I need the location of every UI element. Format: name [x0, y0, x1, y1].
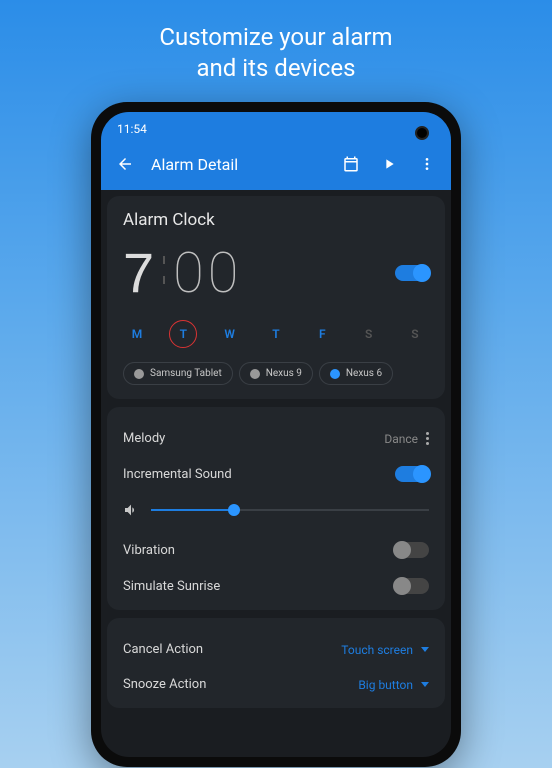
sunrise-label: Simulate Sunrise: [123, 579, 220, 594]
device-name: Nexus 6: [346, 368, 382, 379]
snooze-action-row[interactable]: Snooze Action Big button: [123, 667, 429, 694]
device-name: Nexus 9: [266, 368, 302, 379]
vibration-toggle[interactable]: [395, 542, 429, 558]
snooze-action-value-wrap: Big button: [358, 678, 429, 692]
melody-label: Melody: [123, 431, 165, 446]
device-chip[interactable]: Nexus 9: [239, 362, 313, 385]
day-toggle[interactable]: S: [355, 320, 383, 348]
device-name: Samsung Tablet: [150, 368, 222, 379]
play-button[interactable]: [377, 152, 401, 176]
melody-row[interactable]: Melody Dance: [123, 421, 429, 456]
marketing-line2: and its devices: [0, 53, 552, 84]
cancel-action-row[interactable]: Cancel Action Touch screen: [123, 632, 429, 667]
chevron-down-icon: [421, 682, 429, 687]
alarm-title: Alarm Clock: [123, 210, 429, 230]
actions-card: Cancel Action Touch screen Snooze Action…: [107, 618, 445, 708]
snooze-action-value: Big button: [358, 678, 413, 692]
cancel-action-label: Cancel Action: [123, 642, 203, 657]
time-row: 7 00: [123, 240, 429, 306]
snooze-action-label: Snooze Action: [123, 677, 206, 692]
incremental-label: Incremental Sound: [123, 467, 232, 482]
arrow-left-icon: [116, 155, 134, 173]
day-toggle[interactable]: T: [169, 320, 197, 348]
status-dot-icon: [250, 369, 260, 379]
day-toggle[interactable]: T: [262, 320, 290, 348]
phone-screen: 11:54 Alarm Detail Alarm Clock: [101, 112, 451, 757]
melody-value-wrap: Dance: [384, 432, 429, 446]
status-dot-icon: [330, 369, 340, 379]
content-area: Alarm Clock 7 00 MTWTFSS Samsung TabletN…: [101, 190, 451, 722]
devices-row: Samsung Tablet Nexus 9 Nexus 6: [123, 362, 429, 385]
day-toggle[interactable]: W: [216, 320, 244, 348]
device-chip[interactable]: Nexus 6: [319, 362, 393, 385]
vibration-label: Vibration: [123, 543, 175, 558]
alarm-enable-toggle[interactable]: [395, 265, 429, 281]
volume-row: [123, 492, 429, 532]
status-time: 11:54: [117, 122, 147, 136]
volume-slider[interactable]: [151, 509, 429, 511]
slider-thumb[interactable]: [228, 504, 240, 516]
device-chip[interactable]: Samsung Tablet: [123, 362, 233, 385]
status-dot-icon: [134, 369, 144, 379]
cancel-action-value-wrap: Touch screen: [341, 643, 429, 657]
calendar-button[interactable]: [339, 152, 363, 176]
time-hour: 7: [123, 240, 155, 305]
sound-card: Melody Dance Incremental Sound: [107, 407, 445, 610]
incremental-toggle[interactable]: [395, 466, 429, 482]
calendar-icon: [342, 155, 360, 173]
time-colon: [163, 256, 165, 284]
chevron-down-icon: [421, 647, 429, 652]
overflow-button[interactable]: [415, 152, 439, 176]
alarm-card: Alarm Clock 7 00 MTWTFSS Samsung TabletN…: [107, 196, 445, 399]
marketing-line1: Customize your alarm: [0, 22, 552, 53]
sunrise-toggle[interactable]: [395, 578, 429, 594]
day-toggle[interactable]: F: [308, 320, 336, 348]
app-bar-title: Alarm Detail: [151, 155, 325, 174]
day-toggle[interactable]: S: [401, 320, 429, 348]
days-row: MTWTFSS: [123, 320, 429, 348]
time-minute: 00: [173, 240, 242, 306]
status-bar: 11:54: [101, 112, 451, 142]
cancel-action-value: Touch screen: [341, 643, 413, 657]
melody-value: Dance: [384, 432, 418, 446]
more-vert-icon: [419, 156, 435, 172]
volume-icon: [123, 502, 139, 518]
back-button[interactable]: [113, 152, 137, 176]
vibration-row: Vibration: [123, 532, 429, 568]
marketing-headline: Customize your alarm and its devices: [0, 0, 552, 102]
play-icon: [381, 156, 397, 172]
phone-frame: 11:54 Alarm Detail Alarm Clock: [91, 102, 461, 767]
app-bar: Alarm Detail: [101, 142, 451, 190]
day-toggle[interactable]: M: [123, 320, 151, 348]
sunrise-row: Simulate Sunrise: [123, 568, 429, 596]
time-picker[interactable]: 7 00: [123, 240, 242, 306]
incremental-row: Incremental Sound: [123, 456, 429, 492]
more-vert-icon[interactable]: [426, 432, 429, 445]
